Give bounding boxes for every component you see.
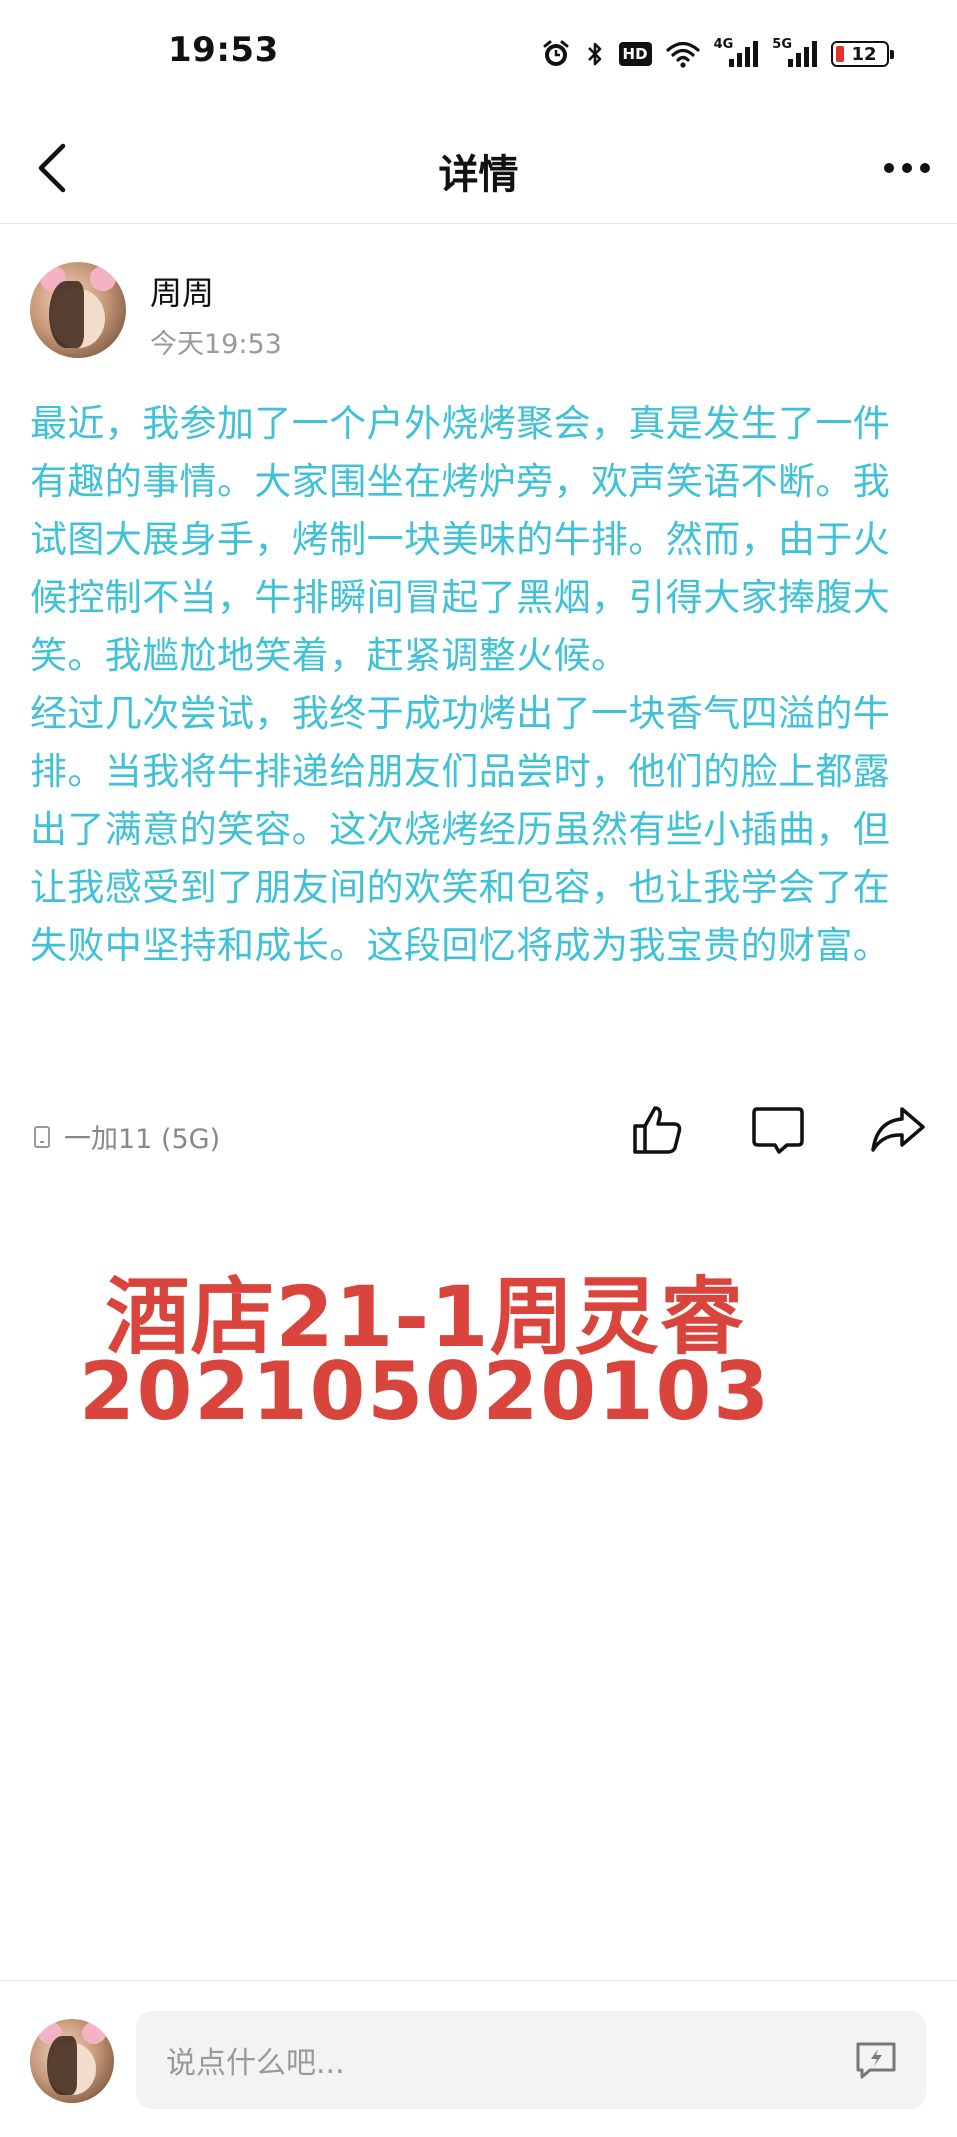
signal-4g-label: 4G	[713, 36, 734, 52]
comment-bar: 说点什么吧...	[0, 1980, 957, 2137]
watermark-line-2: 202105020103	[79, 1345, 771, 1438]
comment-placeholder: 说点什么吧...	[166, 2046, 345, 2081]
bluetooth-icon	[585, 39, 605, 69]
more-button[interactable]	[877, 138, 937, 198]
signal-5g-label: 5G	[772, 36, 792, 52]
signal-4g-icon: 4G	[714, 37, 759, 67]
battery-icon: 12	[831, 41, 894, 67]
comment-button[interactable]	[748, 1100, 808, 1160]
post-body: 最近，我参加了一个户外烧烤聚会，真是发生了一件有趣的事情。大家围坐在烤炉旁，欢声…	[30, 395, 900, 975]
status-bar: 19:53 HD 4G 5G 12	[0, 0, 957, 110]
post-paragraph: 最近，我参加了一个户外烧烤聚会，真是发生了一件有趣的事情。大家围坐在烤炉旁，欢声…	[30, 402, 891, 677]
like-button[interactable]	[628, 1100, 688, 1160]
device-name: 一加11 (5G)	[64, 1124, 221, 1155]
user-avatar[interactable]	[30, 2019, 114, 2103]
comment-input[interactable]: 说点什么吧...	[136, 2011, 926, 2109]
hd-icon: HD	[618, 42, 652, 66]
nav-bar: 详情	[0, 110, 957, 224]
battery-level: 12	[851, 43, 877, 65]
comment-icon	[752, 1107, 804, 1154]
quick-reply-button[interactable]	[852, 2037, 900, 2083]
page-title: 详情	[438, 152, 519, 198]
status-time: 19:53	[168, 30, 279, 70]
device-info: 一加11 (5G)	[34, 1117, 220, 1156]
post-time: 今天19:53	[150, 329, 282, 360]
post-paragraph: 经过几次尝试，我终于成功烤出了一块香气四溢的牛排。当我将牛排递给朋友们品尝时，他…	[30, 692, 891, 967]
author-avatar[interactable]	[30, 262, 126, 358]
share-button[interactable]	[868, 1100, 928, 1160]
phone-icon	[34, 1125, 50, 1148]
alarm-icon	[541, 39, 571, 69]
like-icon	[633, 1106, 682, 1154]
author-name[interactable]: 周周	[150, 268, 214, 314]
more-dots-icon	[884, 163, 894, 173]
signal-5g-icon: 5G	[772, 37, 817, 67]
quick-reply-icon	[856, 2042, 896, 2079]
status-icons: HD 4G 5G 12	[541, 34, 894, 74]
wifi-icon	[665, 40, 700, 68]
share-icon	[871, 1107, 925, 1152]
